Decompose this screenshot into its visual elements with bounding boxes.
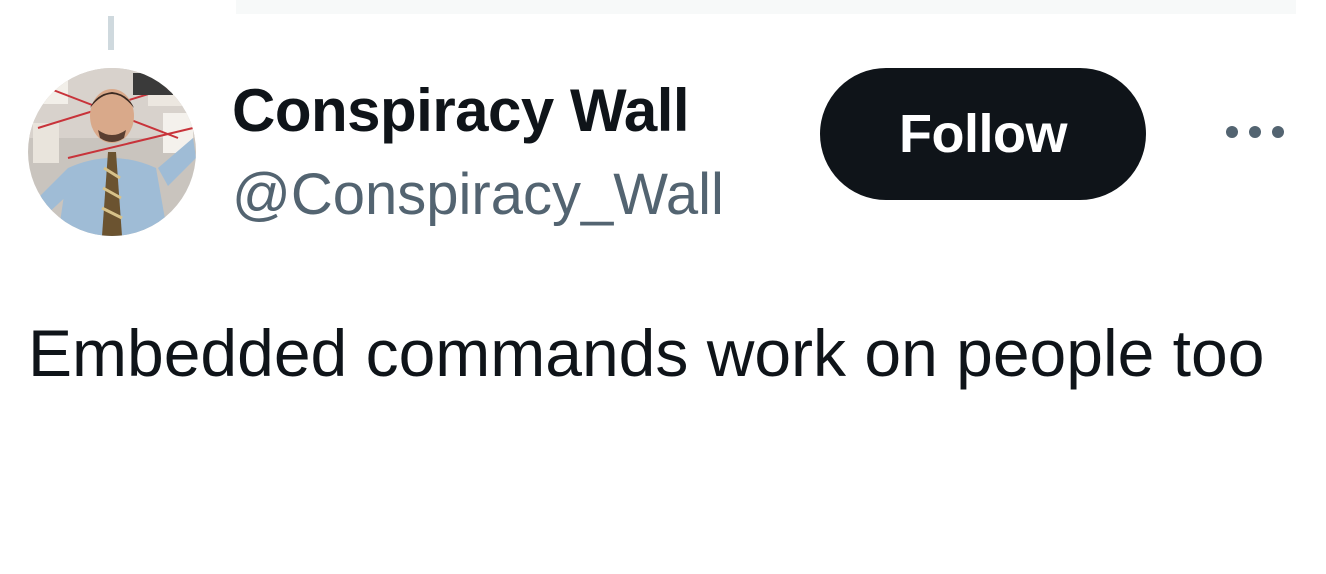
follow-button[interactable]: Follow	[820, 68, 1146, 200]
more-horizontal-icon	[1226, 126, 1284, 138]
thread-connector-line	[108, 16, 114, 50]
tweet-text: Embedded commands work on people too	[28, 316, 1265, 390]
follow-button-label: Follow	[899, 104, 1067, 164]
avatar[interactable]	[28, 68, 196, 236]
author-display-name[interactable]: Conspiracy Wall	[232, 76, 690, 146]
more-options-button[interactable]	[1220, 112, 1290, 152]
author-handle[interactable]: @Conspiracy_Wall	[232, 160, 724, 230]
top-divider	[236, 0, 1296, 14]
avatar-image	[28, 68, 196, 236]
